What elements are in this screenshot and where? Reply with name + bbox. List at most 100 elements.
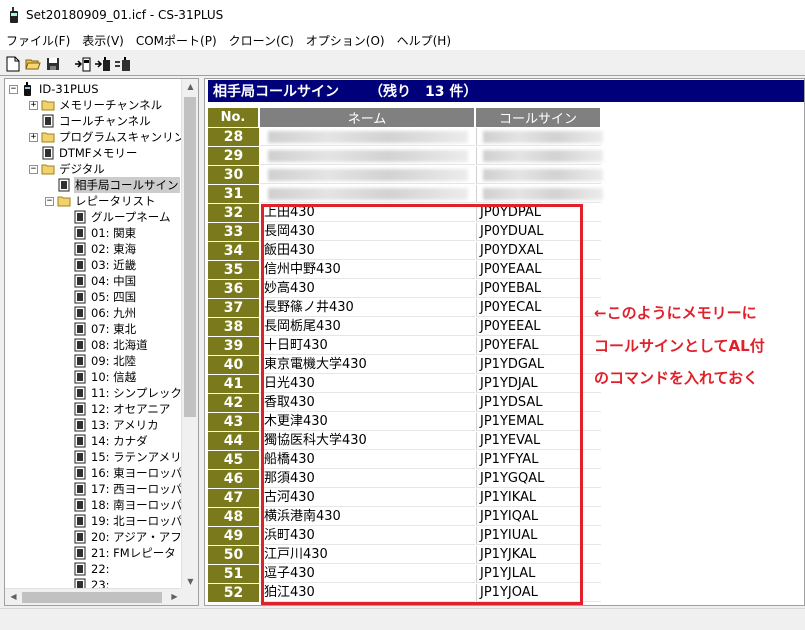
tree-item[interactable]: DTMFメモリー bbox=[29, 145, 138, 161]
tree-item[interactable]: 20: アジア・アフ bbox=[61, 529, 183, 545]
cell-name[interactable]: 十日町430 bbox=[260, 337, 475, 355]
cell-name[interactable]: 浜町430 bbox=[260, 527, 475, 545]
cell-callsign[interactable]: JP1YIKAL bbox=[476, 489, 601, 507]
column-header-name[interactable]: ネーム bbox=[260, 108, 475, 127]
tree-item[interactable]: 12: オセアニア bbox=[61, 401, 171, 417]
cell-callsign[interactable]: JP0YDUAL bbox=[476, 223, 601, 241]
cell-callsign[interactable]: JP1YFYAL bbox=[476, 451, 601, 469]
cell-name[interactable]: 逗子430 bbox=[260, 565, 475, 583]
cell-callsign[interactable]: JP1YEMAL bbox=[476, 413, 601, 431]
cell-name[interactable]: 古河430 bbox=[260, 489, 475, 507]
cell-callsign[interactable]: JP1YDSAL bbox=[476, 394, 601, 412]
tree-vertical-scrollbar[interactable]: ▲ ▼ bbox=[181, 79, 198, 589]
cell-name[interactable]: 東京電機大学430 bbox=[260, 356, 475, 374]
tree-item[interactable]: 19: 北ヨーロッパ bbox=[61, 513, 183, 529]
tree-item[interactable]: 01: 関東 bbox=[61, 225, 137, 241]
expand-icon[interactable]: + bbox=[29, 132, 38, 142]
scroll-down-arrow-icon[interactable]: ▼ bbox=[182, 577, 198, 586]
cell-name[interactable]: 妙高430 bbox=[260, 280, 475, 298]
cell-callsign[interactable]: JP0YECAL bbox=[476, 299, 601, 317]
cell-callsign[interactable]: JP1YIUAL bbox=[476, 527, 601, 545]
read-from-radio-button[interactable] bbox=[74, 55, 92, 73]
cell-name[interactable]: 那須430 bbox=[260, 470, 475, 488]
menu-options[interactable]: オプション(O) bbox=[300, 32, 391, 49]
tree-item[interactable]: 相手局コールサイン bbox=[45, 177, 180, 193]
clone-button[interactable] bbox=[114, 55, 132, 73]
tree-item[interactable]: − レピータリスト bbox=[45, 193, 157, 209]
tree-item[interactable]: − ID-31PLUS bbox=[9, 81, 100, 97]
tree-item[interactable]: グループネーム bbox=[61, 209, 171, 225]
tree-hscroll-thumb[interactable] bbox=[22, 592, 162, 603]
cell-name[interactable]: 香取430 bbox=[260, 394, 475, 412]
tree-horizontal-scrollbar[interactable]: ◀ ▶ bbox=[5, 588, 183, 605]
column-header-no[interactable]: No. bbox=[208, 108, 259, 127]
tree-scroll-thumb[interactable] bbox=[184, 97, 196, 417]
cell-name[interactable]: 日光430 bbox=[260, 375, 475, 393]
collapse-icon[interactable]: − bbox=[45, 196, 54, 206]
cell-name[interactable]: 長岡430 bbox=[260, 223, 475, 241]
tree-item[interactable]: 14: カナダ bbox=[61, 433, 149, 449]
tree-item[interactable]: 16: 東ヨーロッパ bbox=[61, 465, 183, 481]
tree-item[interactable]: 09: 北陸 bbox=[61, 353, 137, 369]
cell-callsign[interactable]: JP0YEAAL bbox=[476, 261, 601, 279]
cell-callsign[interactable]: JP1YJLAL bbox=[476, 565, 601, 583]
cell-callsign[interactable]: JP1YGQAL bbox=[476, 470, 601, 488]
tree-item[interactable]: 06: 九州 bbox=[61, 305, 137, 321]
tree-item[interactable]: 03: 近畿 bbox=[61, 257, 137, 273]
tree-item[interactable]: + プログラムスキャンリン bbox=[29, 129, 183, 145]
cell-name[interactable]: 飯田430 bbox=[260, 242, 475, 260]
tree-item[interactable]: 13: アメリカ bbox=[61, 417, 160, 433]
collapse-icon[interactable]: − bbox=[9, 84, 18, 94]
menu-file[interactable]: ファイル(F) bbox=[0, 32, 76, 49]
tree-item[interactable]: + メモリーチャンネル bbox=[29, 97, 163, 113]
cell-name[interactable]: 上田430 bbox=[260, 204, 475, 222]
tree-item[interactable]: 10: 信越 bbox=[61, 369, 137, 385]
tree-item[interactable]: 08: 北海道 bbox=[61, 337, 149, 353]
cell-name[interactable]: 狛江430 bbox=[260, 584, 475, 602]
cell-callsign[interactable]: JP0YEBAL bbox=[476, 280, 601, 298]
scroll-left-arrow-icon[interactable]: ◀ bbox=[5, 592, 22, 601]
new-file-button[interactable] bbox=[4, 55, 22, 73]
cell-callsign[interactable]: JP1YDJAL bbox=[476, 375, 601, 393]
menu-com-port[interactable]: COMポート(P) bbox=[130, 32, 223, 49]
cell-callsign[interactable]: JP1YJOAL bbox=[476, 584, 601, 602]
cell-name[interactable]: 木更津430 bbox=[260, 413, 475, 431]
tree-item[interactable]: 11: シンプレック bbox=[61, 385, 183, 401]
cell-callsign[interactable]: JP1YJKAL bbox=[476, 546, 601, 564]
cell-callsign[interactable]: JP1YDGAL bbox=[476, 356, 601, 374]
tree-item[interactable]: − デジタル bbox=[29, 161, 106, 177]
tree-item[interactable]: 04: 中国 bbox=[61, 273, 137, 289]
cell-name[interactable]: 信州中野430 bbox=[260, 261, 475, 279]
cell-callsign[interactable]: JP1YIQAL bbox=[476, 508, 601, 526]
save-button[interactable] bbox=[44, 55, 62, 73]
cell-name[interactable]: 獨協医科大学430 bbox=[260, 432, 475, 450]
menu-help[interactable]: ヘルプ(H) bbox=[391, 32, 457, 49]
tree-item[interactable]: 05: 四国 bbox=[61, 289, 137, 305]
open-button[interactable] bbox=[24, 55, 42, 73]
cell-name[interactable]: 長野篠ノ井430 bbox=[260, 299, 475, 317]
cell-callsign[interactable]: JP0YEEAL bbox=[476, 318, 601, 336]
expand-icon[interactable]: + bbox=[29, 100, 38, 110]
tree-item[interactable]: 18: 南ヨーロッパ bbox=[61, 497, 183, 513]
cell-name[interactable]: 船橋430 bbox=[260, 451, 475, 469]
tree-item[interactable]: 21: FMレピータ bbox=[61, 545, 177, 561]
tree-item[interactable]: 07: 東北 bbox=[61, 321, 137, 337]
cell-callsign[interactable]: JP0YDPAL bbox=[476, 204, 601, 222]
tree-item[interactable]: 22: bbox=[61, 561, 111, 577]
cell-callsign[interactable]: JP1YEVAL bbox=[476, 432, 601, 450]
scroll-up-arrow-icon[interactable]: ▲ bbox=[182, 82, 198, 91]
menu-clone[interactable]: クローン(C) bbox=[223, 32, 300, 49]
cell-name[interactable]: 江戸川430 bbox=[260, 546, 475, 564]
tree-item[interactable]: 17: 西ヨーロッパ bbox=[61, 481, 183, 497]
tree-item[interactable]: 02: 東海 bbox=[61, 241, 137, 257]
collapse-icon[interactable]: − bbox=[29, 164, 38, 174]
cell-callsign[interactable]: JP0YDXAL bbox=[476, 242, 601, 260]
column-header-callsign[interactable]: コールサイン bbox=[476, 108, 601, 127]
cell-name[interactable]: 長岡栃尾430 bbox=[260, 318, 475, 336]
write-to-radio-button[interactable] bbox=[94, 55, 112, 73]
cell-callsign[interactable]: JP0YEFAL bbox=[476, 337, 601, 355]
menu-view[interactable]: 表示(V) bbox=[76, 32, 130, 49]
tree-item[interactable]: 15: ラテンアメリ bbox=[61, 449, 183, 465]
tree-item[interactable]: コールチャンネル bbox=[29, 113, 152, 129]
cell-name[interactable]: 横浜港南430 bbox=[260, 508, 475, 526]
